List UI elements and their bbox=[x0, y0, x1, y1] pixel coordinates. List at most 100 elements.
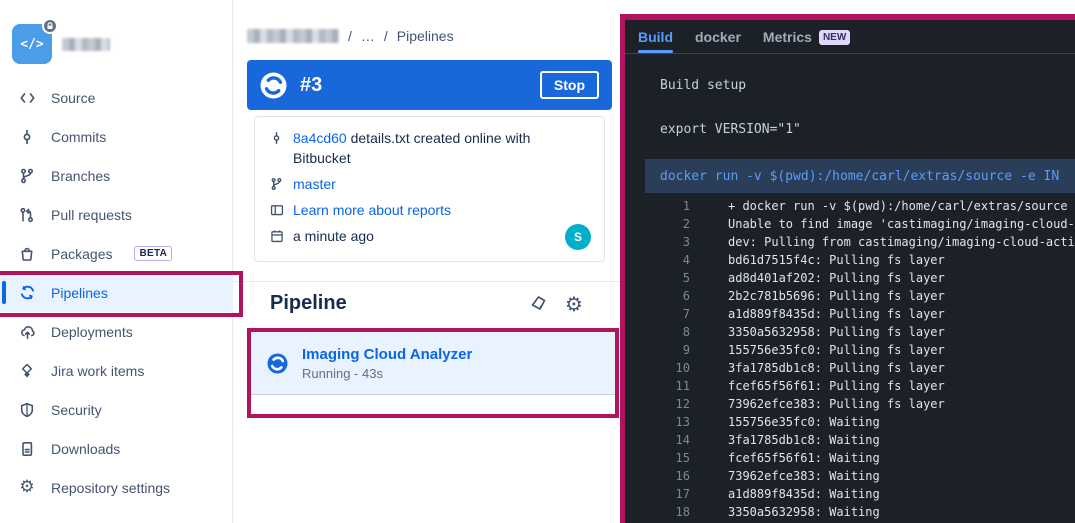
tab-build[interactable]: Build bbox=[638, 29, 673, 53]
sidebar-item-packages[interactable]: Packages BETA bbox=[0, 234, 233, 273]
sidebar-item-security[interactable]: Security bbox=[0, 390, 233, 429]
log-export-line: export VERSION="1" bbox=[660, 122, 801, 137]
pipeline-section-title: Pipeline bbox=[270, 292, 347, 315]
beta-badge: BETA bbox=[134, 246, 172, 261]
line-number: 2 bbox=[625, 215, 690, 233]
sidebar-item-label: Packages bbox=[51, 246, 112, 262]
line-text: 3fa1785db1c8: Waiting bbox=[690, 431, 880, 449]
sidebar-item-label: Jira work items bbox=[51, 363, 144, 379]
sidebar-item-label: Security bbox=[51, 402, 102, 418]
tab-metrics[interactable]: MetricsNEW bbox=[763, 29, 850, 53]
build-header: #3 Stop bbox=[247, 60, 612, 110]
log-build-setup[interactable]: Build setup bbox=[660, 78, 746, 93]
reports-row: Learn more about reports bbox=[269, 200, 590, 220]
build-log-panel: Build docker MetricsNEW Build setup expo… bbox=[620, 14, 1075, 523]
line-text: 2b2c781b5696: Pulling fs layer bbox=[690, 287, 945, 305]
jira-icon bbox=[18, 363, 36, 379]
log-line: 3dev: Pulling from castimaging/imaging-c… bbox=[625, 233, 1075, 251]
log-line: 103fa1785db1c8: Pulling fs layer bbox=[625, 359, 1075, 377]
pipeline-step-imaging-cloud-analyzer[interactable]: Imaging Cloud Analyzer Running - 43s bbox=[251, 332, 615, 395]
code-icon bbox=[18, 90, 36, 106]
branch-icon bbox=[18, 168, 36, 184]
pipeline-actions: ⚙ bbox=[528, 294, 583, 314]
commit-hash-link[interactable]: 8a4cd60 bbox=[293, 130, 347, 146]
breadcrumb-separator: / bbox=[348, 28, 352, 44]
log-line: 7a1d889f8435d: Pulling fs layer bbox=[625, 305, 1075, 323]
log-line: 4bd61d7515f4c: Pulling fs layer bbox=[625, 251, 1075, 269]
line-number: 4 bbox=[625, 251, 690, 269]
repo-header[interactable]: </> bbox=[12, 24, 110, 64]
line-number: 14 bbox=[625, 431, 690, 449]
line-text: 155756e35fc0: Waiting bbox=[690, 413, 880, 431]
line-number: 16 bbox=[625, 467, 690, 485]
line-number: 18 bbox=[625, 503, 690, 521]
sidebar-item-commits[interactable]: Commits bbox=[0, 117, 233, 156]
pipeline-settings-gear-icon[interactable]: ⚙ bbox=[565, 294, 583, 314]
bitbucket-pipelines-page: </> Source Commits bbox=[0, 0, 1075, 523]
line-text: a1d889f8435d: Pulling fs layer bbox=[690, 305, 945, 323]
line-number: 13 bbox=[625, 413, 690, 431]
sidebar-nav: Source Commits Branches Pull requests bbox=[0, 78, 233, 507]
step-running-spinner-icon bbox=[267, 353, 288, 374]
log-line: 17a1d889f8435d: Waiting bbox=[625, 485, 1075, 503]
sidebar-item-jira-work-items[interactable]: Jira work items bbox=[0, 351, 233, 390]
sidebar-item-source[interactable]: Source bbox=[0, 78, 233, 117]
sidebar-item-label: Deployments bbox=[51, 324, 133, 340]
tab-docker[interactable]: docker bbox=[695, 29, 741, 53]
line-text: fcef65f56f61: Pulling fs layer bbox=[690, 377, 945, 395]
sidebar-item-deployments[interactable]: Deployments bbox=[0, 312, 233, 351]
log-line: 83350a5632958: Pulling fs layer bbox=[625, 323, 1075, 341]
line-number: 5 bbox=[625, 269, 690, 287]
sidebar-item-downloads[interactable]: Downloads bbox=[0, 429, 233, 468]
step-status: Running - 43s bbox=[302, 366, 472, 381]
sidebar-item-label: Pipelines bbox=[51, 285, 108, 301]
line-text: ad8d401af202: Pulling fs layer bbox=[690, 269, 945, 287]
label-tag-icon[interactable] bbox=[528, 294, 548, 314]
line-text: dev: Pulling from castimaging/imaging-cl… bbox=[690, 233, 1075, 251]
line-number: 11 bbox=[625, 377, 690, 395]
log-line: 1273962efce383: Pulling fs layer bbox=[625, 395, 1075, 413]
log-line: 15fcef65f56f61: Waiting bbox=[625, 449, 1075, 467]
branch-link[interactable]: master bbox=[293, 174, 336, 194]
repo-avatar[interactable]: </> bbox=[12, 24, 52, 64]
breadcrumb: / … / Pipelines bbox=[247, 28, 454, 44]
log-line: 11fcef65f56f61: Pulling fs layer bbox=[625, 377, 1075, 395]
line-number: 1 bbox=[625, 197, 690, 215]
commit-icon bbox=[269, 128, 284, 145]
line-text: fcef65f56f61: Waiting bbox=[690, 449, 880, 467]
line-text: 73962efce383: Pulling fs layer bbox=[690, 395, 945, 413]
commit-icon bbox=[18, 129, 36, 145]
line-number: 12 bbox=[625, 395, 690, 413]
new-badge: NEW bbox=[819, 30, 850, 45]
reports-link[interactable]: Learn more about reports bbox=[293, 200, 451, 220]
sidebar-item-label: Commits bbox=[51, 129, 106, 145]
log-command-highlighted[interactable]: docker run -v $(pwd):/home/carl/extras/s… bbox=[645, 159, 1075, 193]
sidebar-item-pipelines[interactable]: Pipelines bbox=[0, 273, 233, 312]
package-icon bbox=[18, 246, 36, 262]
log-line: 1673962efce383: Waiting bbox=[625, 467, 1075, 485]
line-number: 7 bbox=[625, 305, 690, 323]
sidebar-item-branches[interactable]: Branches bbox=[0, 156, 233, 195]
stop-button[interactable]: Stop bbox=[540, 71, 599, 99]
sidebar-item-repository-settings[interactable]: ⚙ Repository settings bbox=[0, 468, 233, 507]
repo-avatar-glyph: </> bbox=[20, 37, 43, 52]
log-line: 2Unable to find image 'castimaging/imagi… bbox=[625, 215, 1075, 233]
log-line: 1+ docker run -v $(pwd):/home/carl/extra… bbox=[625, 197, 1075, 215]
sidebar: </> Source Commits bbox=[0, 0, 233, 523]
line-number: 15 bbox=[625, 449, 690, 467]
line-number: 3 bbox=[625, 233, 690, 251]
line-number: 17 bbox=[625, 485, 690, 503]
log-line: 183350a5632958: Waiting bbox=[625, 503, 1075, 521]
sidebar-item-label: Source bbox=[51, 90, 95, 106]
breadcrumb-ellipsis-button[interactable]: … bbox=[361, 28, 375, 44]
sidebar-item-pull-requests[interactable]: Pull requests bbox=[0, 195, 233, 234]
commit-message: 8a4cd60 details.txt created online with … bbox=[293, 128, 578, 168]
breadcrumb-current[interactable]: Pipelines bbox=[397, 28, 454, 44]
line-text: a1d889f8435d: Waiting bbox=[690, 485, 880, 503]
line-number: 9 bbox=[625, 341, 690, 359]
breadcrumb-workspace-blurred[interactable] bbox=[247, 29, 339, 43]
branch-row: master bbox=[269, 174, 590, 194]
report-layout-icon bbox=[269, 200, 284, 217]
user-avatar[interactable]: S bbox=[565, 224, 591, 250]
line-number: 6 bbox=[625, 287, 690, 305]
